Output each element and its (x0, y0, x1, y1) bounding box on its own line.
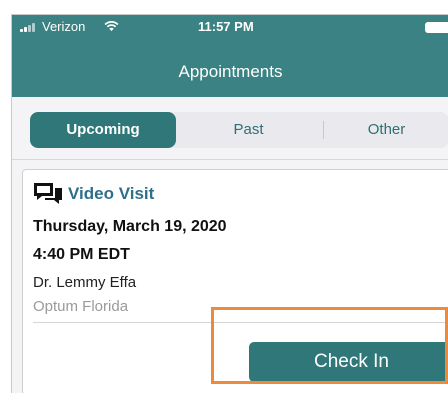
signal-icon (20, 23, 38, 32)
appointment-time: 4:40 PM EDT (33, 246, 130, 263)
location-name: Optum Florida (33, 298, 129, 315)
battery-icon (425, 22, 448, 33)
segmented-control: Upcoming Past Other (30, 112, 448, 148)
app-header: Verizon 11:57 PM Appointments (12, 15, 448, 97)
page-title: Appointments (178, 62, 283, 81)
visit-type-label: Video Visit (68, 184, 155, 203)
check-in-button[interactable]: Check In (249, 342, 448, 382)
card-divider (33, 322, 448, 323)
video-chat-icon (34, 183, 62, 204)
tab-bar-area: Upcoming Past Other (12, 97, 448, 160)
appointment-card[interactable]: Video Visit Thursday, March 19, 2020 4:4… (22, 169, 448, 393)
tab-other[interactable]: Other (324, 112, 448, 148)
tab-upcoming[interactable]: Upcoming (30, 112, 176, 148)
status-bar: Verizon 11:57 PM (12, 15, 448, 39)
appointment-date: Thursday, March 19, 2020 (33, 218, 227, 235)
carrier-label: Verizon (42, 19, 86, 34)
provider-name: Dr. Lemmy Effa (33, 274, 137, 291)
app-screen: Verizon 11:57 PM Appointments Upcoming P… (11, 14, 448, 393)
clock-label: 11:57 PM (198, 19, 254, 34)
tab-past[interactable]: Past (176, 112, 321, 148)
wifi-icon (104, 21, 119, 32)
